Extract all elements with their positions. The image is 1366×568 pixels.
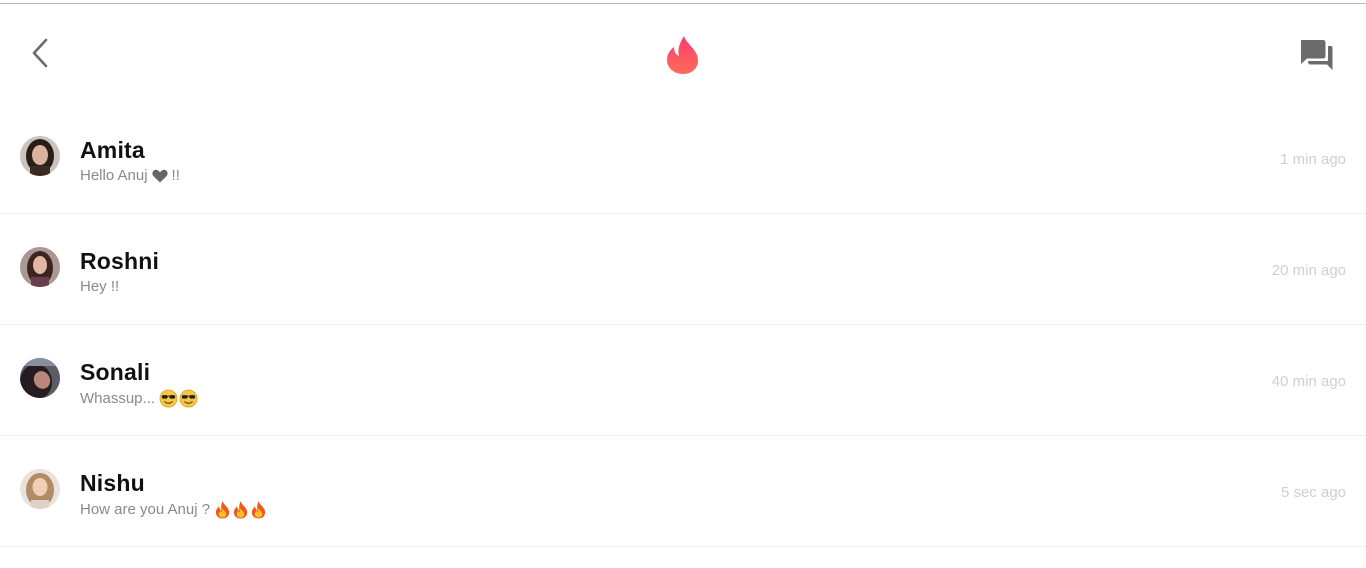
flame-icon (667, 36, 698, 74)
message-text: Hey !! (80, 278, 120, 295)
messages-button[interactable] (1296, 36, 1336, 74)
emoji-group (214, 500, 267, 519)
message-preview: Whassup... (80, 389, 198, 408)
fire-icon (215, 501, 230, 519)
contact-name: Amita (80, 137, 145, 163)
message-text: Hello Anuj (80, 167, 148, 184)
conversation-row[interactable]: Sonali Whassup... 40 min ago (0, 325, 1366, 436)
chevron-left-icon (32, 38, 48, 68)
contact-name: Nishu (80, 470, 145, 496)
back-button[interactable] (24, 34, 58, 72)
conversation-row[interactable]: Nishu How are you Anuj ? 5 sec ago (0, 436, 1366, 547)
heart-icon (151, 169, 168, 182)
conversation-row[interactable]: Amita Hello Anuj !! 1 min ago (0, 103, 1366, 214)
fire-icon (233, 501, 248, 519)
message-time: 1 min ago (1280, 151, 1346, 168)
forum-icon (1301, 40, 1333, 70)
contact-name: Roshni (80, 248, 160, 274)
message-preview: Hello Anuj !! (80, 167, 180, 184)
message-time: 20 min ago (1271, 262, 1346, 279)
app-logo[interactable] (664, 34, 702, 74)
contact-name: Sonali (80, 359, 151, 385)
app-header (0, 4, 1366, 104)
avatar[interactable] (20, 358, 60, 398)
emoji-group (159, 389, 198, 408)
avatar[interactable] (20, 136, 60, 176)
message-text: How are you Anuj ? (80, 501, 211, 518)
sunglasses-face-icon (179, 389, 198, 408)
conversation-row[interactable]: Roshni Hey !! 20 min ago (0, 214, 1366, 325)
conversation-list: Amita Hello Anuj !! 1 min ago Roshni Hey… (0, 103, 1366, 547)
message-text: Whassup... (80, 390, 156, 407)
fire-icon (251, 501, 266, 519)
avatar[interactable] (20, 247, 60, 287)
message-time: 5 sec ago (1280, 484, 1346, 501)
message-time: 40 min ago (1271, 373, 1346, 390)
avatar[interactable] (20, 469, 60, 509)
message-preview: Hey !! (80, 278, 119, 295)
sunglasses-face-icon (159, 389, 178, 408)
message-preview: How are you Anuj ? (80, 500, 267, 519)
message-suffix: !! (171, 167, 180, 184)
emoji-group (151, 169, 168, 183)
